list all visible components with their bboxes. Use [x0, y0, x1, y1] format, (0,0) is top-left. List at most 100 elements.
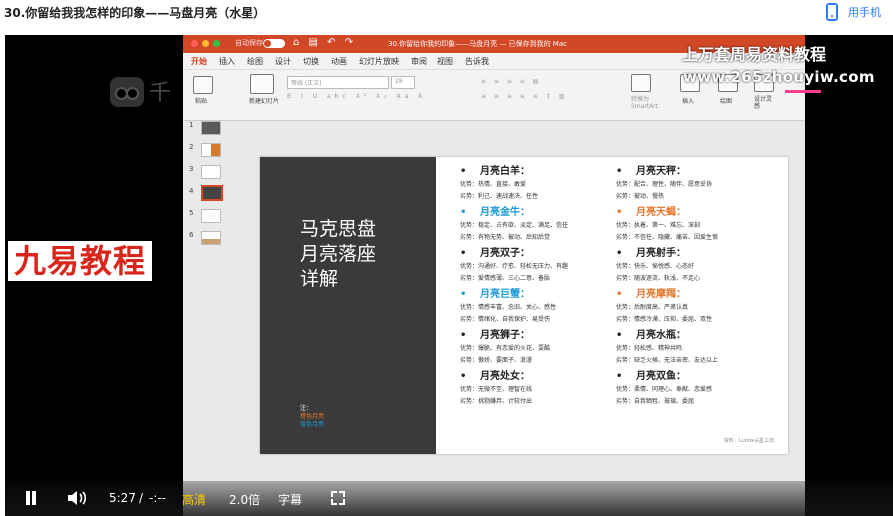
moon-sign-heading: • 月亮天秤： — [616, 165, 786, 179]
tab-home[interactable]: 开始 — [191, 56, 207, 67]
moon-sign-section: • 月亮摩羯： 优势：后耐度高、严肃认真 劣势：情感冷漠、压抑、委屈、双性 — [616, 288, 786, 326]
moon-sign-heading-text: 月亮射手： — [636, 248, 686, 259]
watermark-text: 上万套周易资料教程 — [682, 45, 827, 64]
designer-label: 设计灵感 — [754, 96, 773, 110]
new-slide-icon[interactable] — [250, 74, 274, 94]
page-title: 30.你留给我我怎样的印象——马盘月亮（水星） — [4, 6, 266, 20]
slide-thumbnail[interactable] — [201, 231, 221, 245]
slide-thumbnail[interactable] — [201, 209, 221, 223]
moon-sign-heading: • 月亮金牛： — [460, 206, 630, 220]
quick-access-icons[interactable]: ⌂ ▤ ↶ ↷ — [293, 37, 356, 48]
bullet-icon: • — [460, 289, 467, 300]
moon-sign-section: • 月亮处女： 优势：无微不至、理智在线 劣势：挑剔嫌弃、计较付出 — [460, 370, 630, 408]
watch-on-phone-link[interactable]: 用手机 — [826, 3, 881, 21]
moon-sign-section: • 月亮射手： 优势：快乐、愉悦感、心态好 劣势：随波逐流、轨浅、不走心 — [616, 247, 786, 285]
phone-link-label: 用手机 — [848, 6, 881, 19]
bullet-icon: • — [460, 248, 467, 259]
document-title: 30.你留给你我的印象——马盘月亮 — 已保存到我的 Mac — [388, 40, 567, 48]
tab-insert[interactable]: 插入 — [219, 56, 235, 67]
moon-sign-trait-line: 优势：快乐、愉悦感、心态好 — [616, 263, 695, 270]
moon-sign-trait-line: 劣势：缺乏火候、无法亲密、友达以上 — [616, 357, 719, 364]
note-line: 橙色月亮 — [300, 413, 325, 420]
tab-animations[interactable]: 动画 — [331, 56, 347, 67]
alignment-buttons[interactable]: ≡ ≡ ≡ ≡ ≡ ↕ ▥ — [481, 93, 567, 100]
slide-title-panel: 马克思盘 月亮落座 详解 注： 橙色月亮 蓝色月亮 — [260, 157, 436, 454]
presentation-app-window: 自动保存 ⌂ ▤ ↶ ↷ 30.你留给你我的印象——马盘月亮 — 已保存到我的 … — [183, 35, 805, 516]
tab-draw[interactable]: 绘图 — [247, 56, 263, 67]
font-family-value: 等线 (正文) — [291, 80, 322, 87]
bullet-icon: • — [460, 207, 467, 218]
font-format-buttons[interactable]: B I U abc X² X₂ Aa A — [287, 93, 426, 100]
autosave-toggle[interactable] — [263, 39, 285, 48]
moon-signs-right-column: • 月亮天秤： 优势：配合、理性、随伴、愿意妥协 劣势：被动、慢热 • 月亮天蝎： 优势：执… — [616, 165, 786, 411]
slide-canvas[interactable]: 马克思盘 月亮落座 详解 注： 橙色月亮 蓝色月亮 • 月亮白羊： 优势：热情、直接… — [260, 157, 788, 454]
moon-sign-heading: • 月亮狮子： — [460, 329, 630, 343]
moon-sign-trait-line: 劣势：不信任、隐藏、痛苦、因爱生恨 — [616, 234, 719, 241]
volume-icon[interactable] — [67, 490, 89, 506]
moon-sign-trait-line: 优势：后耐度高、严肃认真 — [616, 304, 689, 311]
video-player[interactable]: 千 九易教程 自动保存 ⌂ ▤ ↶ ↷ 30.你留给你我的印象——马盘月亮 — … — [5, 35, 893, 516]
moon-sign-section: • 月亮双子： 优势：沟通好、疗愈、轻松无压力、有趣 劣势：爱情感薄、三心二意、备胎 — [460, 247, 630, 285]
bullet-icon: • — [460, 330, 467, 341]
moon-sign-heading-text: 月亮摩羯： — [636, 289, 686, 300]
tab-review[interactable]: 审阅 — [411, 56, 427, 67]
slide-thumbnail[interactable] — [201, 165, 221, 179]
moon-sign-heading-text: 月亮天蝎： — [636, 207, 686, 218]
slide-thumbnails: 1 2 3 4 5 6 — [183, 121, 233, 516]
thumb-number: 6 — [189, 231, 194, 239]
player-controls: 5:27 / -:-- 高清 2.0倍 字幕 — [5, 481, 893, 516]
moon-sign-heading: • 月亮摩羯： — [616, 288, 786, 302]
thumb-number: 3 — [189, 165, 194, 173]
moon-sign-trait-line: 优势：无微不至、理智在线 — [460, 386, 533, 393]
thumb-number: 2 — [189, 143, 194, 151]
tab-design[interactable]: 设计 — [275, 56, 291, 67]
slide-note: 注： 橙色月亮 蓝色月亮 — [300, 405, 324, 429]
close-window-icon[interactable] — [191, 40, 198, 47]
smartart-icon[interactable] — [631, 74, 651, 92]
maximize-window-icon[interactable] — [213, 40, 220, 47]
moon-sign-trait-line: 劣势：挑剔嫌弃、计较付出 — [460, 398, 533, 405]
bullet-icon: • — [460, 371, 467, 382]
slide-thumbnail[interactable] — [201, 121, 221, 135]
bullet-icon: • — [616, 248, 623, 259]
tab-transitions[interactable]: 切换 — [303, 56, 319, 67]
slide-thumbnail[interactable] — [201, 143, 221, 157]
moon-sign-trait-line: 优势：爆脆、有恋爱的火花、耍酷 — [460, 345, 551, 352]
moon-sign-trait-line: 劣势：随波逐流、轨浅、不走心 — [616, 275, 701, 282]
autosave-label: 自动保存 — [235, 39, 263, 47]
slide-thumbnail-selected[interactable] — [201, 185, 223, 201]
moon-sign-heading: • 月亮白羊： — [460, 165, 630, 179]
moon-sign-heading-text: 月亮水瓶： — [636, 330, 686, 341]
slide-title: 马克思盘 月亮落座 详解 — [300, 217, 376, 292]
paragraph-buttons[interactable]: ≡ ≡ ≡ ≡ ▤ — [481, 78, 541, 85]
moon-sign-heading: • 月亮天蝎： — [616, 206, 786, 220]
tab-view[interactable]: 视图 — [437, 56, 453, 67]
moon-sign-trait-line: 优势：配合、理性、随伴、愿意妥协 — [616, 181, 713, 188]
moon-sign-heading: • 月亮双子： — [460, 247, 630, 261]
quality-button[interactable]: 高清 — [182, 491, 206, 508]
slide-title-line: 月亮落座 — [300, 243, 377, 265]
moon-sign-trait-line: 优势：轻松感、精神共鸣 — [616, 345, 683, 352]
moon-sign-trait-line: 优势：稳定、占有欲、淡定、满足、信任 — [460, 222, 569, 229]
time-separator: / — [139, 491, 144, 505]
fullscreen-icon[interactable] — [331, 491, 345, 505]
bullet-icon: • — [460, 166, 467, 177]
subtitles-button[interactable]: 字幕 — [278, 491, 302, 508]
tab-tell-me[interactable]: 告诉我 — [465, 56, 489, 67]
moon-sign-section: • 月亮金牛： 优势：稳定、占有欲、淡定、满足、信任 劣势：有物无势、被动、后知后觉 — [460, 206, 630, 244]
tab-slideshow[interactable]: 幻灯片放映 — [359, 56, 399, 67]
paste-label: 粘贴 — [195, 98, 208, 105]
pause-icon[interactable] — [25, 491, 37, 505]
watermark-underline — [785, 90, 821, 93]
minimize-window-icon[interactable] — [202, 40, 209, 47]
bullet-icon: • — [616, 166, 623, 177]
moon-sign-trait-line: 劣势：利己、速战速决、任性 — [460, 193, 539, 200]
moon-sign-trait-line: 劣势：傲娇、要面子、浪漫 — [460, 357, 533, 364]
paste-icon[interactable] — [193, 76, 213, 94]
moon-sign-section: • 月亮双鱼： 优势：柔情、同理心、奉献、恋爱感 劣势：自我牺牲、玻璃、委屈 — [616, 370, 786, 408]
bullet-icon: • — [616, 289, 623, 300]
bullet-icon: • — [616, 207, 623, 218]
moon-sign-trait-line: 优势：情感丰富、念旧、关心、感性 — [460, 304, 557, 311]
moon-sign-heading-text: 月亮巨蟹： — [480, 289, 530, 300]
speed-button[interactable]: 2.0倍 — [229, 491, 260, 508]
